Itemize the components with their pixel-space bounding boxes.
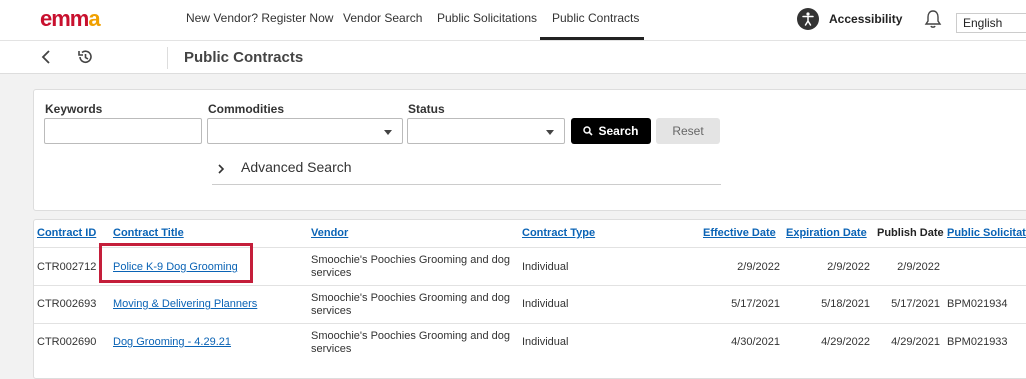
notification-bell-icon[interactable] — [924, 9, 942, 29]
column-header-contract-id[interactable]: Contract ID — [37, 227, 96, 239]
keywords-input[interactable] — [44, 118, 202, 144]
contract-type-cell: Individual — [522, 298, 569, 310]
keywords-label: Keywords — [45, 102, 103, 116]
chevron-down-icon — [546, 130, 554, 135]
expiration-date-cell: 4/29/2022 — [821, 336, 870, 348]
vendor-cell: Smoochie's Poochies Grooming and dog ser… — [311, 292, 510, 317]
page-title: Public Contracts — [184, 49, 304, 66]
column-header-public-solicitation[interactable]: Public Solicitati — [947, 227, 1026, 239]
chevron-down-icon — [384, 130, 392, 135]
nav-public-contracts[interactable]: Public Contracts — [552, 11, 639, 25]
vendor-cell: Smoochie's Poochies Grooming and dog ser… — [311, 330, 510, 355]
contract-title-link[interactable]: Moving & Delivering Planners — [113, 298, 257, 310]
search-icon — [583, 126, 594, 136]
column-header-expiration-date[interactable]: Expiration Date — [786, 227, 867, 239]
active-tab-indicator — [540, 37, 644, 40]
contract-title-link[interactable]: Dog Grooming - 4.29.21 — [113, 336, 231, 348]
advanced-search-label: Advanced Search — [241, 159, 352, 175]
divider — [167, 47, 168, 69]
back-chevron-icon[interactable] — [38, 48, 56, 66]
row-divider — [34, 323, 1026, 324]
vendor-cell: Smoochie's Poochies Grooming and dog ser… — [311, 254, 510, 279]
contract-id-cell: CTR002693 — [37, 298, 97, 310]
expiration-date-cell: 5/18/2021 — [821, 298, 870, 310]
history-icon[interactable] — [76, 48, 94, 66]
search-button-label: Search — [598, 124, 639, 138]
column-header-vendor[interactable]: Vendor — [311, 227, 348, 239]
commodities-select[interactable] — [207, 118, 403, 144]
column-header-contract-title[interactable]: Contract Title — [113, 227, 184, 239]
expiration-date-cell: 2/9/2022 — [827, 261, 870, 273]
highlight-box — [99, 243, 253, 283]
publish-date-cell: 2/9/2022 — [897, 261, 940, 273]
row-divider — [34, 285, 1026, 286]
effective-date-cell: 4/30/2021 — [731, 336, 780, 348]
chevron-right-icon — [216, 162, 226, 174]
advanced-search-toggle[interactable]: Advanced Search — [212, 152, 721, 185]
accessibility-icon[interactable] — [797, 8, 819, 30]
contract-type-cell: Individual — [522, 261, 569, 273]
publish-date-cell: 4/29/2021 — [891, 336, 940, 348]
search-panel: Keywords Commodities Status Search Reset… — [33, 89, 1026, 211]
effective-date-cell: 2/9/2022 — [737, 261, 780, 273]
top-navigation-bar: emma New Vendor? Register Now Vendor Sea… — [0, 0, 1026, 41]
search-button[interactable]: Search — [571, 118, 651, 144]
page-header: Public Contracts — [0, 41, 1026, 74]
commodities-label: Commodities — [208, 102, 285, 116]
contract-id-cell: CTR002690 — [37, 336, 97, 348]
contracts-table: Contract ID Contract Title Vendor Contra… — [33, 219, 1026, 379]
contract-type-cell: Individual — [522, 336, 569, 348]
column-header-publish-date: Publish Date — [877, 227, 944, 239]
effective-date-cell: 5/17/2021 — [731, 298, 780, 310]
status-select[interactable] — [407, 118, 565, 144]
solicitation-cell: BPM021934 — [947, 298, 1008, 310]
accessibility-label[interactable]: Accessibility — [829, 12, 902, 26]
publish-date-cell: 5/17/2021 — [891, 298, 940, 310]
language-select[interactable]: English — [956, 13, 1026, 33]
status-label: Status — [408, 102, 445, 116]
contract-id-cell: CTR002712 — [37, 261, 97, 273]
emma-logo[interactable]: emma — [40, 8, 126, 32]
solicitation-cell: BPM021933 — [947, 336, 1008, 348]
reset-button[interactable]: Reset — [656, 118, 720, 144]
nav-new-vendor-register[interactable]: New Vendor? Register Now — [186, 11, 333, 25]
nav-public-solicitations[interactable]: Public Solicitations — [437, 11, 537, 25]
nav-vendor-search[interactable]: Vendor Search — [343, 11, 422, 25]
column-header-effective-date[interactable]: Effective Date — [703, 227, 776, 239]
column-header-contract-type[interactable]: Contract Type — [522, 227, 595, 239]
